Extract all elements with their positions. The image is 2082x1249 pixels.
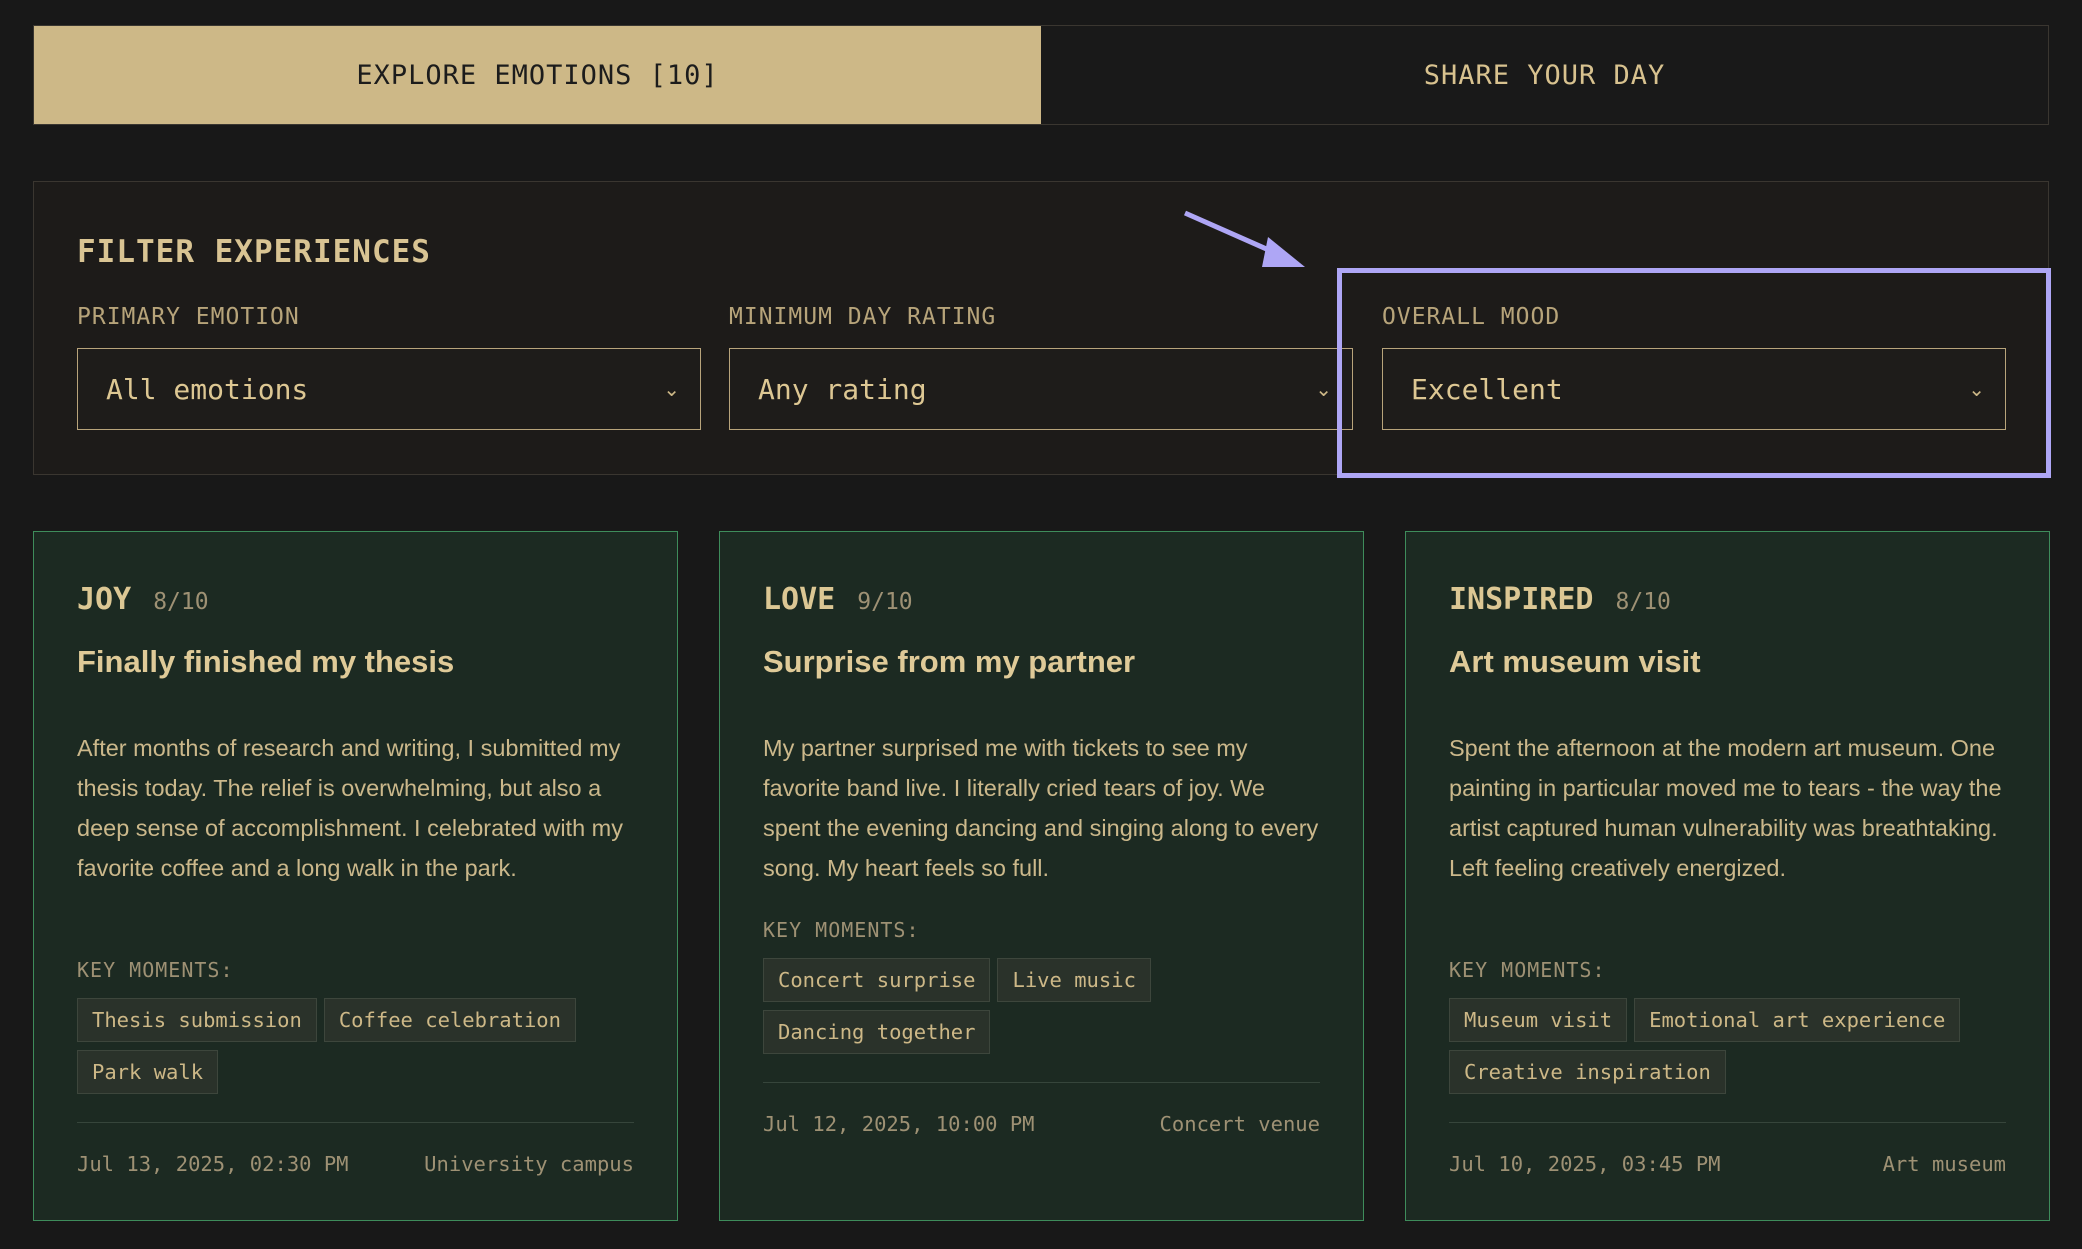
card-location: University campus bbox=[424, 1152, 634, 1176]
card-location: Art museum bbox=[1882, 1152, 2006, 1176]
tag[interactable]: Thesis submission bbox=[77, 998, 317, 1042]
key-moments-label: KEY MOMENTS: bbox=[1449, 958, 1606, 982]
tag[interactable]: Dancing together bbox=[763, 1010, 991, 1054]
overall-mood-filter: OVERALL MOOD Excellent ⌄ bbox=[1382, 304, 2006, 430]
tag[interactable]: Park walk bbox=[77, 1050, 219, 1094]
card-body: Spent the afternoon at the modern art mu… bbox=[1449, 735, 2002, 881]
chevron-down-icon: ⌄ bbox=[1968, 377, 1985, 401]
divider bbox=[77, 1122, 634, 1123]
chevron-down-icon: ⌄ bbox=[663, 377, 680, 401]
card-location: Concert venue bbox=[1159, 1112, 1320, 1136]
card-footer: Jul 10, 2025, 03:45 PM Art museum bbox=[1449, 1152, 2006, 1176]
experience-card-love[interactable]: LOVE 9/10 Surprise from my partner My pa… bbox=[719, 531, 1364, 1221]
key-moments-tags: Concert surprise Live music Dancing toge… bbox=[763, 958, 1333, 1054]
card-rating: 8/10 bbox=[1615, 589, 1671, 615]
min-rating-label: MINIMUM DAY RATING bbox=[729, 304, 997, 330]
min-rating-filter: MINIMUM DAY RATING Any rating ⌄ bbox=[729, 304, 1353, 430]
divider bbox=[1449, 1122, 2006, 1123]
card-body: My partner surprised me with tickets to … bbox=[763, 735, 1319, 881]
card-emotion: LOVE bbox=[763, 582, 836, 617]
tag[interactable]: Concert surprise bbox=[763, 958, 991, 1002]
tag[interactable]: Museum visit bbox=[1449, 998, 1628, 1042]
tab-share-your-day[interactable]: SHARE YOUR DAY bbox=[1041, 26, 2048, 124]
key-moments-tags: Thesis submission Coffee celebration Par… bbox=[77, 998, 647, 1094]
chevron-down-icon: ⌄ bbox=[1315, 377, 1332, 401]
card-title: Surprise from my partner bbox=[763, 644, 1136, 679]
filter-title: FILTER EXPERIENCES bbox=[77, 234, 431, 270]
tab-bar: EXPLORE EMOTIONS [10] SHARE YOUR DAY bbox=[33, 25, 2049, 125]
card-emotion: JOY bbox=[77, 582, 132, 617]
card-header: LOVE 9/10 bbox=[763, 582, 913, 617]
experience-card-inspired[interactable]: INSPIRED 8/10 Art museum visit Spent the… bbox=[1405, 531, 2050, 1221]
primary-emotion-label: PRIMARY EMOTION bbox=[77, 304, 300, 330]
card-date: Jul 12, 2025, 10:00 PM bbox=[763, 1112, 1035, 1136]
key-moments-tags: Museum visit Emotional art experience Cr… bbox=[1449, 998, 2019, 1094]
key-moments-label: KEY MOMENTS: bbox=[763, 918, 920, 942]
card-header: JOY 8/10 bbox=[77, 582, 209, 617]
tag[interactable]: Live music bbox=[997, 958, 1151, 1002]
card-body: After months of research and writing, I … bbox=[77, 735, 623, 881]
card-date: Jul 10, 2025, 03:45 PM bbox=[1449, 1152, 1721, 1176]
key-moments-label: KEY MOMENTS: bbox=[77, 958, 234, 982]
primary-emotion-value: All emotions bbox=[106, 372, 309, 406]
card-rating: 9/10 bbox=[857, 589, 913, 615]
annotation-arrow-icon bbox=[1183, 210, 1305, 267]
card-header: INSPIRED 8/10 bbox=[1449, 582, 1671, 617]
overall-mood-select[interactable]: Excellent ⌄ bbox=[1382, 348, 2006, 430]
overall-mood-label: OVERALL MOOD bbox=[1382, 304, 1561, 330]
experience-card-joy[interactable]: JOY 8/10 Finally finished my thesis Afte… bbox=[33, 531, 678, 1221]
tag[interactable]: Creative inspiration bbox=[1449, 1050, 1726, 1094]
card-footer: Jul 12, 2025, 10:00 PM Concert venue bbox=[763, 1112, 1320, 1136]
min-rating-select[interactable]: Any rating ⌄ bbox=[729, 348, 1353, 430]
card-rating: 8/10 bbox=[153, 589, 209, 615]
card-emotion: INSPIRED bbox=[1449, 582, 1594, 617]
primary-emotion-select[interactable]: All emotions ⌄ bbox=[77, 348, 701, 430]
tag[interactable]: Coffee celebration bbox=[323, 998, 576, 1042]
tab-explore-emotions[interactable]: EXPLORE EMOTIONS [10] bbox=[34, 26, 1041, 124]
filter-panel: FILTER EXPERIENCES PRIMARY EMOTION All e… bbox=[33, 181, 2049, 475]
card-title: Art museum visit bbox=[1449, 644, 1701, 679]
card-date: Jul 13, 2025, 02:30 PM bbox=[77, 1152, 349, 1176]
primary-emotion-filter: PRIMARY EMOTION All emotions ⌄ bbox=[77, 304, 701, 430]
min-rating-value: Any rating bbox=[758, 372, 927, 406]
divider bbox=[763, 1082, 1320, 1083]
overall-mood-value: Excellent bbox=[1411, 372, 1563, 406]
card-footer: Jul 13, 2025, 02:30 PM University campus bbox=[77, 1152, 634, 1176]
card-title: Finally finished my thesis bbox=[77, 644, 455, 679]
tag[interactable]: Emotional art experience bbox=[1634, 998, 1961, 1042]
